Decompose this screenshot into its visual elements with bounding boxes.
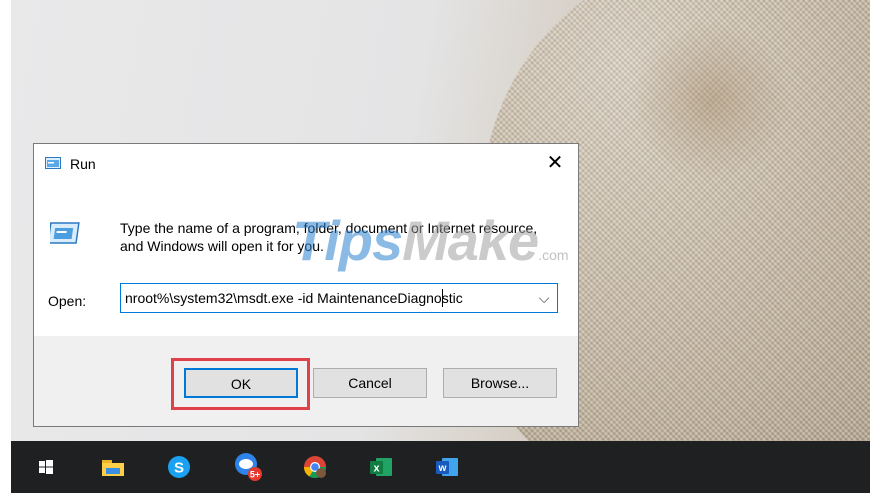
text-caret <box>442 289 443 307</box>
word-glyph: w <box>438 463 447 474</box>
chevron-down-icon[interactable]: ⌵ <box>533 284 555 312</box>
excel-glyph: x <box>373 463 380 475</box>
open-combobox[interactable]: nroot%\system32\msdt.exe -id Maintenance… <box>120 283 558 313</box>
ok-highlight-box <box>171 358 310 410</box>
fabric-shadow <box>631 20 791 180</box>
run-content: Type the name of a program, folder, docu… <box>34 184 578 336</box>
file-explorer-icon[interactable] <box>99 453 127 481</box>
cancel-button[interactable]: Cancel <box>313 368 427 398</box>
skype-glyph: S <box>174 460 184 477</box>
open-input[interactable]: nroot%\system32\msdt.exe -id Maintenance… <box>125 290 463 306</box>
run-titlebar[interactable]: Run ✕ <box>34 144 578 184</box>
run-description: Type the name of a program, folder, docu… <box>120 220 538 254</box>
left-margin <box>0 0 11 493</box>
taskbar: S 5+ x w <box>11 441 870 493</box>
zalo-icon[interactable]: 5+ <box>231 449 265 483</box>
browse-button[interactable]: Browse... <box>443 368 557 398</box>
word-icon[interactable]: w <box>433 453 461 481</box>
excel-icon[interactable]: x <box>367 453 395 481</box>
zalo-badge: 5+ <box>250 470 260 480</box>
skype-icon[interactable]: S <box>165 453 193 481</box>
open-label: Open: <box>48 293 87 309</box>
run-app-icon <box>45 157 61 169</box>
chrome-icon[interactable] <box>301 453 329 481</box>
windows-start-icon[interactable] <box>32 453 60 481</box>
close-icon[interactable]: ✕ <box>532 144 578 184</box>
dialog-title: Run <box>70 156 96 172</box>
run-large-icon <box>50 222 80 244</box>
